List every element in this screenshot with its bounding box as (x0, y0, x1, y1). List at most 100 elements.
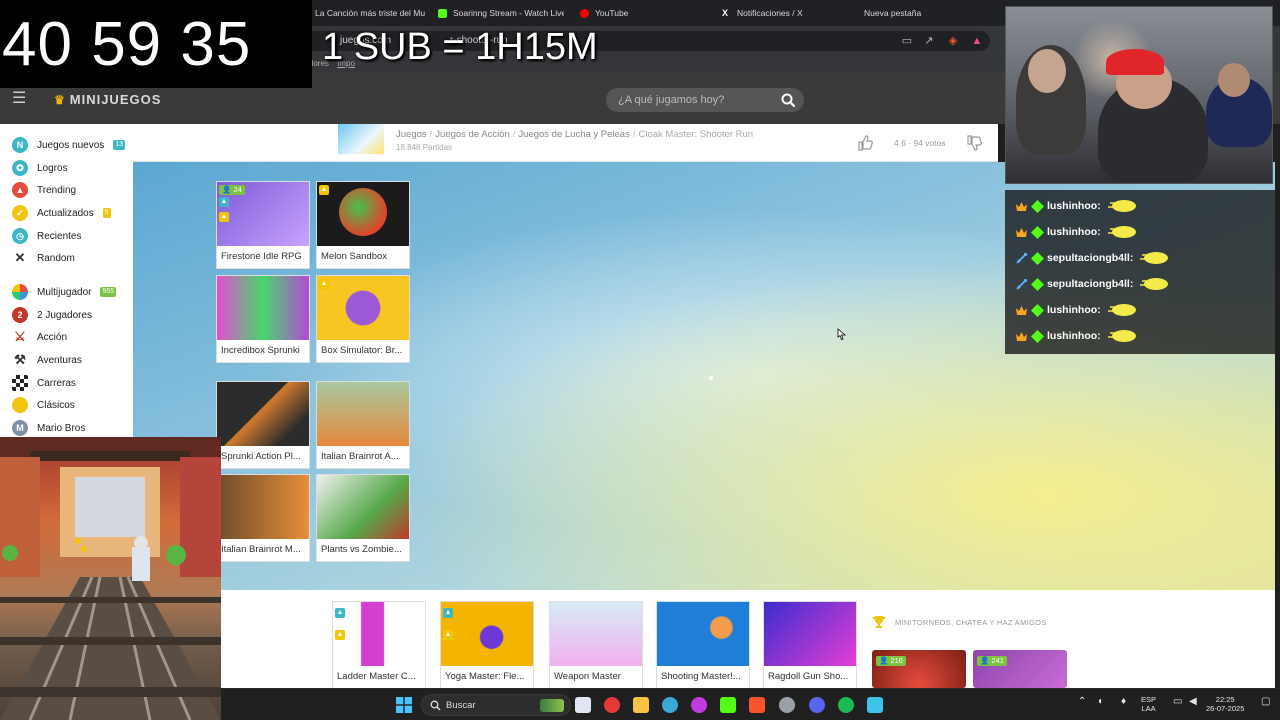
youtube-icon (580, 8, 589, 18)
promo-card-cards[interactable]: 👤 241 (973, 650, 1067, 688)
game-card-yoga-master[interactable]: ▲ ▲ Yoga Master: Fle... (440, 601, 534, 689)
sidebar-item-achievements[interactable]: ✪ Logros (12, 160, 68, 176)
sidebar-item-label: Clásicos (37, 399, 75, 411)
file-explorer-icon[interactable] (633, 697, 649, 713)
chat-username: lushinhoo: (1047, 200, 1101, 212)
game-card-firestone[interactable]: 👤 24 ▲ ▲ Firestone Idle RPG (216, 181, 310, 269)
kick-icon[interactable] (720, 697, 736, 713)
game-card-ladder-master[interactable]: ▲ ▲ Ladder Master C... (332, 601, 426, 689)
game-card-italian-brainrot-m[interactable]: Italian Brainrot M... (216, 474, 310, 562)
game-card-shooting-master[interactable]: Shooting Master!... (656, 601, 750, 689)
sidebar-item-trending[interactable]: ▲ Trending (12, 182, 76, 198)
game-card-italian-brainrot-a[interactable]: Italian Brainrot A... (316, 381, 410, 469)
search-label: Buscar (446, 700, 476, 711)
site-logo[interactable]: ♛ MINIJUEGOS (54, 92, 161, 107)
achievements-icon: ✪ (12, 160, 28, 176)
app-icon[interactable] (691, 697, 707, 713)
chat-username: lushinhoo: (1047, 226, 1101, 238)
breadcrumb-link[interactable]: Juegos de Acción (435, 129, 509, 140)
breadcrumb-link[interactable]: Juegos de Lucha y Peleas (518, 129, 629, 140)
breadcrumb-link[interactable]: Juegos (396, 129, 427, 140)
gameplay-overlay (0, 437, 221, 720)
more-games-row: ▲ ▲ Ladder Master C... ▲ ▲ Yoga Master: … (221, 590, 1275, 689)
sidebar-item-label: Acción (37, 331, 68, 343)
tray-overflow-icon[interactable]: ⌃ (1078, 697, 1086, 707)
sidebar-item-multiplayer[interactable]: Multijugador 955 (12, 284, 117, 300)
taskbar: Buscar ⌃ ◐ ♦ ESP LAA ▭ ◀ 22:25 26-07-202… (221, 688, 1280, 720)
windows-start-icon[interactable] (396, 697, 412, 713)
sword-badge-icon (1016, 278, 1027, 290)
crown-badge-icon (1016, 305, 1027, 315)
logo-text: MINIJUEGOS (69, 92, 162, 107)
sidebar-item-new-games[interactable]: N Juegos nuevos 13 (12, 137, 126, 153)
volume-icon[interactable]: ◀ (1189, 697, 1197, 707)
sidebar-item-recent[interactable]: ◷ Recientes (12, 228, 81, 244)
random-icon: ✕ (14, 250, 26, 265)
thumbs-up-icon[interactable] (856, 134, 874, 152)
cast-icon[interactable]: ▭ (900, 34, 914, 48)
tab-x-notifications[interactable]: X Notificaciones / X (722, 4, 842, 22)
search-icon[interactable] (780, 92, 796, 108)
spotify-icon[interactable] (838, 697, 854, 713)
game-title: Box Simulator: Br... (321, 345, 403, 356)
network-icon[interactable]: ◐ (1098, 697, 1104, 707)
monitor-icon[interactable]: ▭ (1173, 697, 1182, 707)
tab-new[interactable]: Nueva pestaña (864, 4, 984, 22)
sidebar-item-updated[interactable]: ✓ Actualizados 5 (12, 205, 111, 221)
game-card-sprunki-action[interactable]: Sprunki Action Pl... (216, 381, 310, 469)
game-image (317, 475, 409, 539)
clock[interactable]: 22:25 26-07-2025 (1206, 695, 1244, 713)
search-input[interactable] (618, 88, 778, 112)
sidebar-item-mario[interactable]: M Mario Bros (12, 420, 85, 436)
promo-card-poker[interactable]: 👤 216 (872, 650, 966, 688)
game-image (217, 276, 309, 340)
sidebar-item-racing[interactable]: Carreras (12, 375, 76, 391)
webcam-face (1218, 63, 1250, 97)
tab-song[interactable]: La Canción más triste del Mun (300, 4, 425, 22)
sidebar-item-two-players[interactable]: 2 2 Jugadores (12, 307, 92, 323)
brave-rewards-icon[interactable]: ▲ (970, 34, 984, 48)
recent-icon: ◷ (12, 228, 28, 244)
task-view-icon[interactable] (575, 697, 591, 713)
app-icon[interactable] (779, 697, 795, 713)
emote-icon (1107, 330, 1136, 342)
game-title: Ragdoll Gun Sho... (768, 671, 849, 682)
game-card-incredibox-sprunki[interactable]: Incredibox Sprunki (216, 275, 310, 363)
tag-icon: ▲ (335, 608, 345, 618)
brave-browser-icon[interactable] (749, 697, 765, 713)
notepad-icon[interactable] (867, 697, 883, 713)
discord-icon[interactable] (809, 697, 825, 713)
crown-badge-icon (1016, 227, 1027, 237)
app-icon[interactable] (604, 697, 620, 713)
game-card-ragdoll-gun[interactable]: Ragdoll Gun Sho... (763, 601, 857, 689)
language-indicator[interactable]: ESP LAA (1141, 695, 1156, 713)
tab-youtube[interactable]: YouTube (580, 4, 700, 22)
sidebar-item-adventure[interactable]: ⚒ Aventuras (12, 352, 82, 368)
microphone-icon[interactable]: ♦ (1121, 697, 1126, 707)
app-icon[interactable] (662, 697, 678, 713)
count-badge: 955 (100, 287, 117, 297)
racing-flag-icon (12, 375, 28, 391)
game-card-plants-vs-zombies[interactable]: Plants vs Zombie... (316, 474, 410, 562)
menu-icon[interactable]: ☰ (12, 91, 26, 107)
language-code: ESP (1141, 695, 1157, 704)
share-icon[interactable]: ↗ (922, 34, 936, 48)
taskbar-search[interactable]: Buscar (421, 694, 571, 716)
notifications-icon[interactable]: ▢ (1261, 697, 1270, 707)
sidebar-item-random[interactable]: ✕ Random (12, 250, 75, 266)
game-image: ▲ (317, 182, 409, 246)
brave-shield-icon[interactable]: ◈ (946, 34, 960, 48)
webcam-feed (1005, 6, 1273, 184)
sidebar-item-label: Aventuras (37, 354, 82, 366)
game-card-weapon-master[interactable]: Weapon Master (549, 601, 643, 689)
game-title: Italian Brainrot M... (221, 544, 301, 555)
game-card-melon-sandbox[interactable]: ▲ Melon Sandbox (316, 181, 410, 269)
sidebar-item-classic[interactable]: Clásicos (12, 397, 75, 413)
diamond-badge-icon (1031, 303, 1044, 317)
game-thumbnail[interactable] (338, 124, 384, 154)
sidebar-item-action[interactable]: ⚔ Acción (12, 329, 67, 345)
thumbs-down-icon[interactable] (965, 134, 983, 152)
tab-kick-stream[interactable]: Soarinng Stream - Watch Live c (438, 4, 564, 22)
chat-message: lushinhoo: (1015, 326, 1140, 346)
game-card-box-simulator[interactable]: ▲ Box Simulator: Br... (316, 275, 410, 363)
